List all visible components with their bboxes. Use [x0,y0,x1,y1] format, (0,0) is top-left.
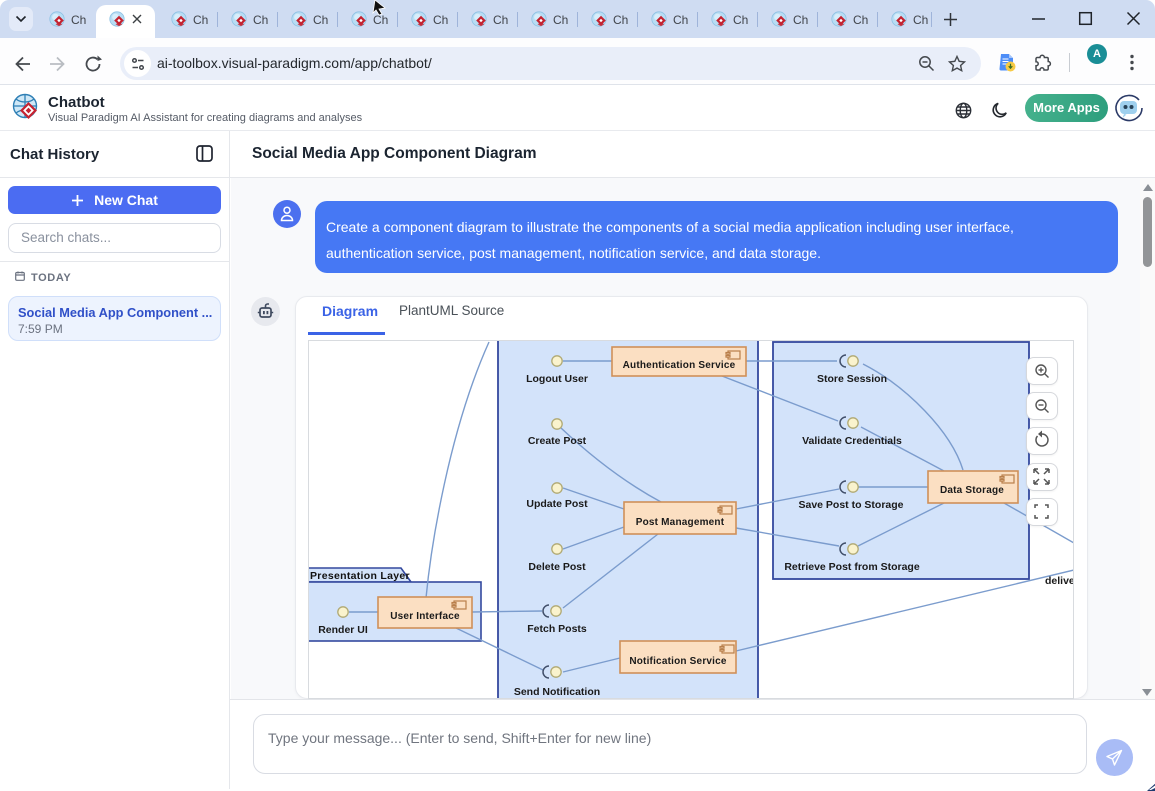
svg-text:Fetch Posts: Fetch Posts [527,623,587,635]
svg-text:Retrieve Post from Storage: Retrieve Post from Storage [784,561,920,573]
svg-text:Authentication Service: Authentication Service [623,360,736,371]
svg-text:Validate Credentials: Validate Credentials [802,435,902,447]
svg-text:Post Management: Post Management [636,517,725,528]
svg-text:Render UI: Render UI [318,624,368,636]
svg-text:Store Session: Store Session [817,373,887,385]
svg-text:User Interface: User Interface [390,611,460,622]
svg-text:Save Post to Storage: Save Post to Storage [798,499,903,511]
svg-text:Delete Post: Delete Post [528,561,586,573]
svg-text:delive: delive [1045,575,1074,587]
svg-text:Presentation Layer: Presentation Layer [310,570,410,582]
svg-text:Update Post: Update Post [526,498,588,510]
svg-text:Data Storage: Data Storage [940,485,1004,496]
svg-text:Notification Service: Notification Service [629,656,727,667]
svg-text:Create Post: Create Post [528,435,587,447]
svg-text:Logout User: Logout User [526,373,588,385]
svg-text:Send Notification: Send Notification [514,686,600,698]
